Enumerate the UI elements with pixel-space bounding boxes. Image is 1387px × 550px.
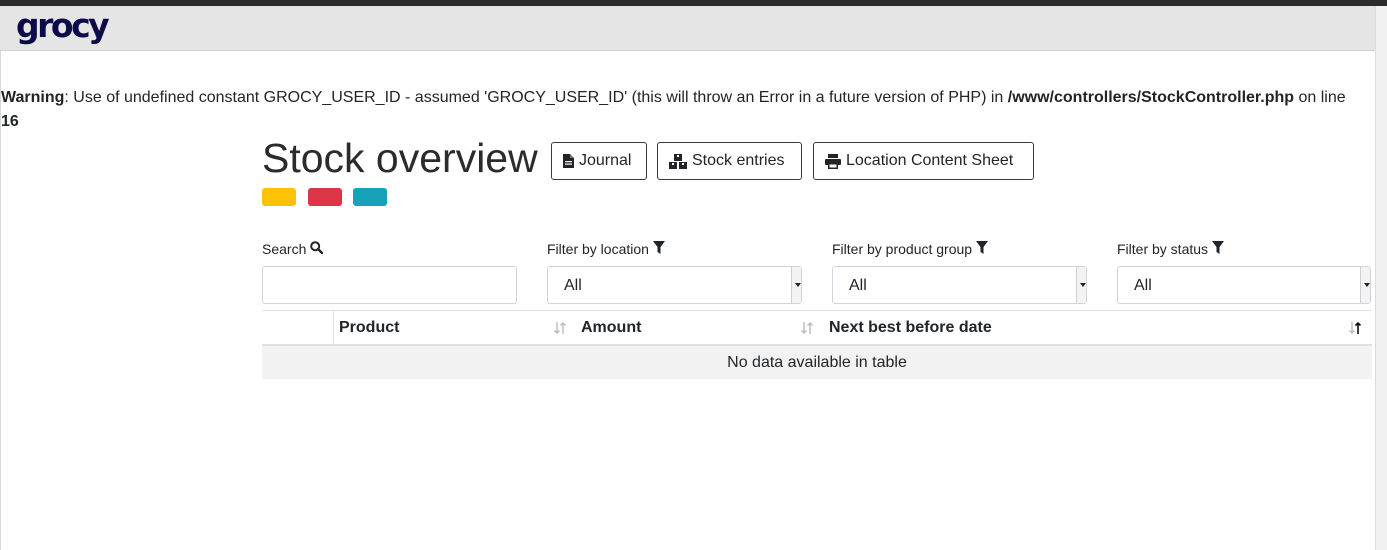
warning-path: /www/controllers/StockController.php	[1007, 89, 1295, 106]
status-filter-value: All	[1134, 277, 1152, 294]
status-filter-label: Filter by status	[1117, 240, 1225, 258]
table-empty-row: No data available in table	[262, 346, 1372, 379]
status-filter-select[interactable]: All	[1117, 266, 1371, 304]
location-content-sheet-button-label: Location Content Sheet	[846, 152, 1014, 169]
sort-icon[interactable]	[553, 321, 567, 340]
warning-label: Warning	[1, 89, 65, 106]
sort-icon[interactable]	[800, 321, 814, 340]
top-navbar: grocy	[0, 6, 1375, 51]
warning-line-text: on line	[1294, 89, 1346, 106]
page-title: Stock overview	[262, 135, 538, 181]
warning-line-number: 16	[1, 113, 19, 130]
journal-button[interactable]: Journal	[551, 142, 647, 180]
stock-entries-button[interactable]: Stock entries	[657, 142, 802, 180]
location-filter-select[interactable]: All	[547, 266, 802, 304]
location-content-sheet-button[interactable]: Location Content Sheet	[813, 142, 1034, 180]
search-input[interactable]	[262, 266, 517, 304]
chevron-down-icon	[1360, 267, 1370, 303]
file-icon	[563, 154, 574, 168]
status-swatch-expired[interactable]	[308, 188, 342, 206]
grocy-logo[interactable]: grocy	[16, 6, 110, 46]
browser-frame: grocy Warning: Use of undefined constant…	[0, 0, 1387, 550]
warning-message: : Use of undefined constant GROCY_USER_I…	[64, 89, 1008, 106]
status-swatch-due-soon[interactable]	[262, 188, 296, 206]
journal-button-label: Journal	[579, 152, 632, 169]
chevron-down-icon	[1076, 267, 1086, 303]
search-label: Search	[262, 240, 324, 258]
stock-table-header: Product Amount Next best before date	[262, 310, 1372, 346]
status-swatch-below-min[interactable]	[353, 188, 387, 206]
stock-entries-button-label: Stock entries	[692, 152, 785, 169]
filter-icon	[652, 240, 665, 258]
vertical-scrollbar[interactable]	[1375, 6, 1387, 550]
product-group-filter-value: All	[849, 277, 867, 294]
search-icon	[310, 240, 324, 258]
filter-icon	[976, 240, 989, 258]
php-warning: Warning: Use of undefined constant GROCY…	[1, 86, 1366, 134]
location-filter-label: Filter by location	[547, 240, 665, 258]
location-filter-value: All	[564, 277, 582, 294]
chevron-down-icon	[791, 267, 801, 303]
filter-icon	[1212, 240, 1225, 258]
boxes-icon	[669, 153, 687, 169]
print-icon	[825, 153, 841, 169]
table-header-select-column[interactable]	[262, 311, 334, 345]
table-header-next-best-before-date[interactable]: Next best before date	[829, 311, 992, 345]
product-group-filter-select[interactable]: All	[832, 266, 1087, 304]
table-header-amount[interactable]: Amount	[581, 311, 641, 345]
table-header-product[interactable]: Product	[339, 311, 399, 345]
sort-ascending-icon[interactable]	[1348, 321, 1362, 340]
product-group-filter-label: Filter by product group	[832, 240, 989, 258]
